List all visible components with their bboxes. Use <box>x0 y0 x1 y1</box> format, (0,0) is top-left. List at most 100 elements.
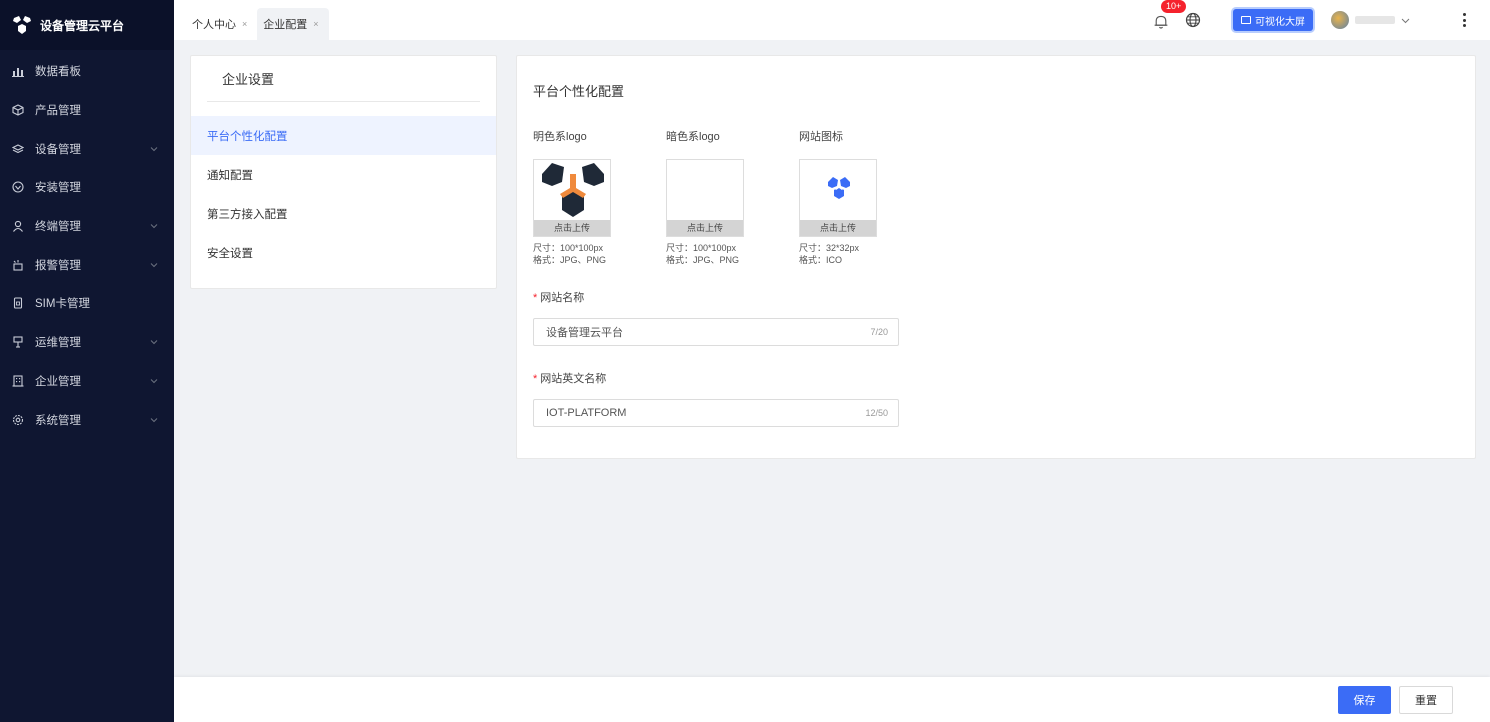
chevron-down-icon <box>150 417 158 422</box>
sidebar-item-enterprise[interactable]: 企业管理 <box>0 362 174 401</box>
install-icon <box>12 181 24 193</box>
settings-item-platform-personalization[interactable]: 平台个性化配置 <box>191 116 496 155</box>
sidebar-item-products[interactable]: 产品管理 <box>0 91 174 130</box>
favicon-uploader: 网站图标 点击上传 尺寸：32*32px 格式：ICO <box>799 128 909 266</box>
settings-menu-panel: 企业设置 平台个性化配置 通知配置 第三方接入配置 安全设置 <box>190 55 497 289</box>
tab-enterprise-config[interactable]: 企业配置 × <box>257 8 329 40</box>
sidebar-item-label: 报警管理 <box>35 259 81 272</box>
building-icon <box>12 375 24 387</box>
sidebar-item-label: 运维管理 <box>35 337 81 350</box>
sidebar-item-terminals[interactable]: 终端管理 <box>0 207 174 246</box>
sidebar-item-label: 系统管理 <box>35 414 81 427</box>
more-vertical-icon[interactable] <box>1462 13 1466 27</box>
sidebar-item-label: 产品管理 <box>35 105 81 118</box>
settings-item-third-party[interactable]: 第三方接入配置 <box>191 194 496 233</box>
screen-icon <box>1241 16 1251 24</box>
chevron-down-icon <box>150 262 158 267</box>
sidebar-item-label: 安装管理 <box>35 182 81 195</box>
brand-name: 设备管理云平台 <box>40 18 125 33</box>
logo-size-hint: 尺寸：100*100px <box>666 243 737 253</box>
ops-icon <box>12 336 24 348</box>
upload-button[interactable]: 点击上传 <box>800 220 876 236</box>
save-button[interactable]: 保存 <box>1338 686 1391 714</box>
site-en-name-input[interactable]: IOT-PLATFORM 12/50 <box>533 399 899 427</box>
sim-icon <box>12 297 24 310</box>
brand[interactable]: 设备管理云平台 <box>0 0 174 50</box>
dark-logo-uploader: 暗色系logo 点击上传 尺寸：100*100px 格式：JPG、PNG <box>666 128 776 266</box>
sidebar-menu: 数据看板 产品管理 设备管理 安装管理 终端管理 报警管理 SIM卡管理 运维管… <box>0 52 174 439</box>
notification-badge: 10+ <box>1161 0 1187 13</box>
tab-bar: 个人中心 × 企业配置 × <box>174 0 329 40</box>
personalization-panel: 平台个性化配置 明色系logo 点击上传 尺寸：100*100px 格式：JPG… <box>516 55 1476 459</box>
bell-icon <box>1154 15 1168 29</box>
sidebar-item-label: 终端管理 <box>35 221 81 234</box>
chevron-down-icon[interactable] <box>1401 16 1410 25</box>
upload-button[interactable]: 点击上传 <box>534 220 610 236</box>
dark-logo-label: 暗色系logo <box>666 131 720 143</box>
site-en-name-value: IOT-PLATFORM <box>546 407 627 419</box>
globe-icon[interactable] <box>1185 12 1201 28</box>
light-logo-label: 明色系logo <box>533 131 587 143</box>
close-icon[interactable]: × <box>242 19 247 29</box>
required-mark: * <box>533 373 538 385</box>
light-logo-upload-box[interactable]: 点击上传 <box>533 159 611 237</box>
settings-icon <box>12 414 24 426</box>
topbar: 个人中心 × 企业配置 × 10+ 可视化大屏 <box>174 0 1490 40</box>
favicon-upload-box[interactable]: 点击上传 <box>799 159 877 237</box>
chevron-down-icon <box>150 146 158 151</box>
brand-logo-icon <box>13 16 31 34</box>
site-en-name-count: 12/50 <box>865 408 888 418</box>
avatar[interactable] <box>1331 11 1349 29</box>
cube-icon <box>12 104 24 116</box>
sidebar-item-alarms[interactable]: 报警管理 <box>0 245 174 284</box>
chevron-down-icon <box>150 378 158 384</box>
layers-icon <box>12 143 24 155</box>
tab-personal-center[interactable]: 个人中心 × <box>186 8 257 40</box>
sidebar-item-label: 设备管理 <box>35 143 81 156</box>
reset-button[interactable]: 重置 <box>1399 686 1453 714</box>
dark-logo-upload-box[interactable]: 点击上传 <box>666 159 744 237</box>
sidebar-item-system[interactable]: 系统管理 <box>0 400 174 439</box>
alarm-icon <box>12 259 24 271</box>
favicon-label: 网站图标 <box>799 131 843 143</box>
sidebar-item-sim[interactable]: SIM卡管理 <box>0 284 174 323</box>
sidebar-item-install[interactable]: 安装管理 <box>0 168 174 207</box>
chevron-down-icon <box>150 224 158 229</box>
site-name-value: 设备管理云平台 <box>546 327 623 339</box>
logo-format-hint: 格式：JPG、PNG <box>533 255 607 265</box>
footer-bar: 保存 重置 <box>174 677 1490 722</box>
notification-button[interactable]: 10+ <box>1151 0 1187 30</box>
site-en-name-label: * 网站英文名称 <box>533 370 606 386</box>
username-placeholder[interactable] <box>1355 16 1395 24</box>
sidebar-item-devices[interactable]: 设备管理 <box>0 129 174 168</box>
light-logo-uploader: 明色系logo 点击上传 尺寸：100*100px 格式：JPG、PNG <box>533 128 643 266</box>
settings-list: 平台个性化配置 通知配置 第三方接入配置 安全设置 <box>191 116 496 272</box>
chevron-down-icon <box>150 340 158 345</box>
upload-button[interactable]: 点击上传 <box>667 220 743 236</box>
sidebar-item-ops[interactable]: 运维管理 <box>0 323 174 362</box>
site-en-name-label-text: 网站英文名称 <box>540 373 607 385</box>
sidebar-item-label: 企业管理 <box>35 375 81 388</box>
chart-icon <box>12 65 24 78</box>
required-mark: * <box>533 292 538 304</box>
visualization-screen-button[interactable]: 可视化大屏 <box>1233 9 1313 31</box>
favicon-format-hint: 格式：ICO <box>799 255 843 265</box>
light-logo-image <box>542 163 604 217</box>
settings-item-security[interactable]: 安全设置 <box>191 233 496 272</box>
tab-label: 企业配置 <box>263 19 308 31</box>
sidebar-item-dashboard[interactable]: 数据看板 <box>0 52 174 91</box>
site-name-count: 7/20 <box>870 327 888 337</box>
close-icon[interactable]: × <box>313 19 318 29</box>
settings-item-notification[interactable]: 通知配置 <box>191 155 496 194</box>
favicon-size-hint: 尺寸：32*32px <box>799 243 860 253</box>
sidebar-item-label: SIM卡管理 <box>35 298 90 311</box>
settings-panel-title: 企业设置 <box>207 56 480 102</box>
site-name-label-text: 网站名称 <box>540 292 585 304</box>
visualization-screen-label: 可视化大屏 <box>1255 16 1305 28</box>
favicon-image <box>828 177 850 199</box>
tab-label: 个人中心 <box>192 19 236 31</box>
site-name-input[interactable]: 设备管理云平台 7/20 <box>533 318 899 346</box>
logo-format-hint: 格式：JPG、PNG <box>666 255 740 265</box>
sidebar-item-label: 数据看板 <box>35 66 81 79</box>
site-name-label: * 网站名称 <box>533 289 584 305</box>
